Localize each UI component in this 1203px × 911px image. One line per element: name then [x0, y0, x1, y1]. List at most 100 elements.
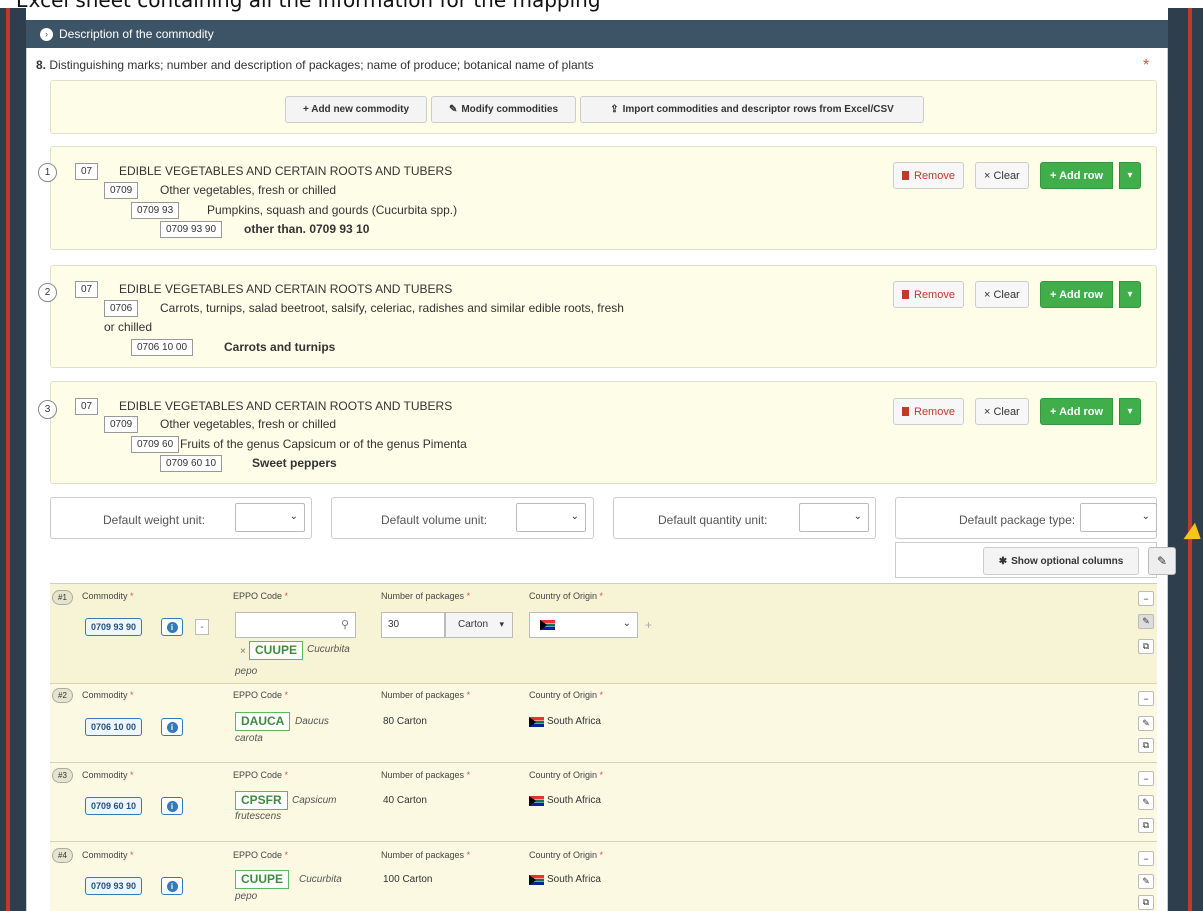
info-button[interactable]: i: [161, 797, 183, 815]
add-row-button[interactable]: + Add row: [1040, 162, 1114, 189]
required-star: *: [466, 850, 471, 860]
info-icon: i: [166, 721, 178, 733]
row-number: #2: [52, 688, 73, 703]
info-icon: i: [166, 880, 178, 892]
row-number: #3: [52, 768, 73, 783]
default-weight-select[interactable]: ⌄: [235, 503, 305, 532]
commodity-col-text: Commodity: [82, 770, 128, 780]
clear-button[interactable]: × Clear: [975, 281, 1029, 308]
row-number: #1: [52, 590, 73, 605]
remove-button[interactable]: Remove: [893, 281, 964, 308]
collapse-button[interactable]: -: [195, 619, 209, 635]
edit-table-button[interactable]: ✎: [1148, 547, 1176, 575]
remove-button[interactable]: Remove: [893, 398, 964, 425]
remove-row-button[interactable]: −: [1138, 771, 1154, 786]
question-8: 8. Distinguishing marks; number and desc…: [36, 58, 594, 72]
required-star: *: [284, 591, 289, 601]
commodity-chip[interactable]: 0709 60 10: [85, 797, 143, 815]
edit-row-button[interactable]: ✎: [1138, 795, 1154, 810]
minus-icon: -: [200, 621, 204, 633]
remove-row-button[interactable]: −: [1138, 691, 1154, 706]
eppo-name: Capsicum: [292, 795, 337, 806]
add-row-button[interactable]: + Add row: [1040, 398, 1114, 425]
default-volume-select[interactable]: ⌄: [516, 503, 586, 532]
required-star: *: [284, 770, 289, 780]
section-title: Description of the commodity: [59, 27, 214, 41]
required-star: *: [599, 690, 604, 700]
country-select[interactable]: ⌄: [529, 612, 638, 638]
add-row-dropdown[interactable]: ▾: [1119, 162, 1141, 189]
section-header[interactable]: › Description of the commodity: [26, 20, 1168, 48]
commodity-chip[interactable]: 0709 93 90: [85, 877, 143, 895]
remove-label: Remove: [914, 288, 955, 301]
top-caption: Excel sheet containing all the informati…: [0, 0, 1203, 20]
hs-description: Fruits of the genus Capsicum or of the g…: [180, 437, 467, 451]
origin-col-label: Country of Origin *: [529, 850, 603, 860]
clear-button[interactable]: × Clear: [975, 162, 1029, 189]
commodity-chip[interactable]: 0709 93 90: [85, 618, 143, 636]
add-row-dropdown[interactable]: ▾: [1119, 398, 1141, 425]
minus-icon: −: [1143, 853, 1149, 864]
required-star: *: [466, 770, 471, 780]
show-optional-label: Show optional columns: [1011, 555, 1124, 567]
modify-commodities-button[interactable]: ✎ Modify commodities: [431, 96, 576, 123]
package-type-dropdown[interactable]: Carton ▾: [445, 612, 513, 638]
trash-icon: [902, 171, 909, 180]
left-frame: [0, 8, 26, 911]
copy-row-button[interactable]: ⧉: [1138, 738, 1154, 753]
default-package-select[interactable]: ⌄: [1080, 503, 1157, 532]
packages-number-input[interactable]: 30: [381, 612, 445, 638]
edit-row-button[interactable]: ✎: [1138, 614, 1154, 629]
remove-button[interactable]: Remove: [893, 162, 964, 189]
info-button[interactable]: i: [161, 718, 183, 736]
required-star: *: [466, 591, 471, 601]
origin-col-label: Country of Origin *: [529, 690, 603, 700]
hs-description: Carrots, turnips, salad beetroot, salsif…: [160, 301, 624, 315]
flag-icon: [529, 796, 544, 806]
add-country-icon[interactable]: +: [645, 618, 652, 632]
eppo-col-label: EPPO Code *: [233, 591, 288, 601]
hs-description: other than. 0709 93 10: [244, 222, 370, 236]
origin-col-text: Country of Origin: [529, 770, 598, 780]
default-weight-label: Default weight unit:: [103, 513, 206, 527]
hs-code: 07: [75, 163, 99, 180]
origin-col-label: Country of Origin *: [529, 770, 603, 780]
eppo-code-chip: DAUCA: [235, 712, 291, 731]
add-new-commodity-button[interactable]: + Add new commodity: [285, 96, 427, 123]
edit-row-button[interactable]: ✎: [1138, 716, 1154, 731]
hs-description: Sweet peppers: [252, 456, 337, 470]
eppo-remove-x[interactable]: ×: [240, 646, 246, 657]
required-star: *: [130, 591, 134, 601]
add-row-button[interactable]: + Add row: [1040, 281, 1114, 308]
search-icon: ⚲: [340, 619, 349, 631]
eppo-name: Daucus: [295, 716, 329, 727]
hs-description: Carrots and turnips: [224, 340, 336, 354]
caption-text: Excel sheet containing all the informati…: [16, 0, 601, 12]
copy-row-button[interactable]: ⧉: [1138, 639, 1154, 654]
remove-row-button[interactable]: −: [1138, 591, 1154, 606]
show-optional-columns-button[interactable]: ✱ Show optional columns: [983, 547, 1139, 575]
close-icon: ×: [984, 288, 991, 301]
copy-row-button[interactable]: ⧉: [1138, 895, 1154, 910]
copy-row-button[interactable]: ⧉: [1138, 818, 1154, 833]
default-quantity-select[interactable]: ⌄: [799, 503, 869, 532]
commodity-chip[interactable]: 0706 10 00: [85, 718, 143, 736]
commodity-col-label: Commodity *: [82, 770, 134, 780]
edit-row-button[interactable]: ✎: [1138, 874, 1154, 889]
info-button[interactable]: i: [161, 618, 183, 636]
eppo-search-input[interactable]: ⚲: [235, 612, 356, 638]
hs-description: EDIBLE VEGETABLES AND CERTAIN ROOTS AND …: [119, 399, 453, 413]
eppo-col-text: EPPO Code: [233, 591, 283, 601]
remove-row-button[interactable]: −: [1138, 851, 1154, 866]
pencil-icon: ✎: [1142, 797, 1150, 807]
hs-code: 0709 60: [131, 436, 180, 453]
question-text: Distinguishing marks; number and descrip…: [49, 58, 594, 72]
hs-code: 0709 60 10: [160, 455, 223, 472]
clear-button[interactable]: × Clear: [975, 398, 1029, 425]
add-row-dropdown[interactable]: ▾: [1119, 281, 1141, 308]
modify-commodities-label: Modify commodities: [461, 104, 559, 115]
info-button[interactable]: i: [161, 877, 183, 895]
copy-icon: ⧉: [1142, 820, 1150, 830]
import-excel-button[interactable]: ⇪ Import commodities and descriptor rows …: [580, 96, 924, 123]
pencil-icon: ✎: [1142, 616, 1150, 626]
